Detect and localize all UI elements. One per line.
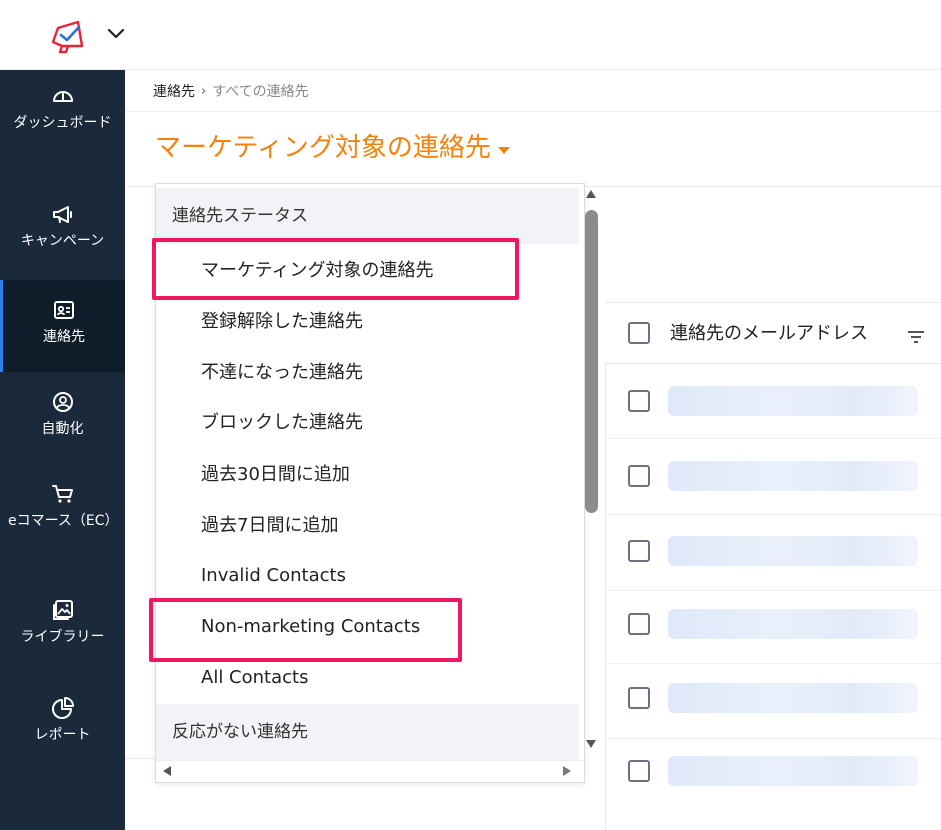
breadcrumb-current: すべての連絡先: [212, 84, 309, 100]
option-added-last-7-days[interactable]: 過去7日間に追加: [201, 512, 338, 540]
email-cell-blurred: [668, 683, 918, 713]
group-header-inactive-contacts: 反応がない連絡先: [156, 704, 579, 760]
pie-chart-icon: [51, 697, 74, 719]
chevron-down-icon[interactable]: [106, 24, 126, 44]
sidebar-item-label: ダッシュボード: [13, 115, 112, 131]
cart-icon: [51, 485, 73, 503]
sidebar-item-label: ライブラリー: [20, 629, 105, 645]
sidebar-item-label: 連絡先: [43, 329, 85, 345]
row-divider: [605, 590, 941, 591]
email-cell-blurred: [668, 609, 918, 639]
email-column-header[interactable]: 連絡先のメールアドレス: [670, 320, 868, 348]
scrollbar-thumb[interactable]: [585, 210, 598, 513]
sidebar-item-label: eコマース（EC）: [8, 513, 119, 529]
view-selector[interactable]: マーケティング対象の連絡先: [155, 128, 511, 168]
row-checkbox[interactable]: [628, 540, 650, 562]
list-divider: [125, 758, 157, 759]
sidebar-item-label: 自動化: [41, 421, 84, 437]
sidebar-item-contacts[interactable]: 連絡先: [0, 280, 125, 372]
top-bar: [0, 0, 941, 70]
sidebar: ダッシュボード キャンペーン 連絡先 自動化 eコマース（EC） ライブラリー …: [0, 70, 125, 830]
contacts-table: [605, 302, 941, 830]
gauge-icon: [52, 91, 73, 102]
row-checkbox[interactable]: [628, 390, 650, 412]
sidebar-item-label: キャンペーン: [20, 233, 105, 249]
sidebar-item-reports[interactable]: レポート: [0, 696, 125, 745]
email-cell-blurred: [668, 461, 918, 491]
breadcrumb: 連絡先 › すべての連絡先: [153, 80, 309, 104]
option-invalid-contacts[interactable]: Invalid Contacts: [201, 562, 346, 590]
sidebar-item-label: レポート: [34, 727, 91, 743]
breadcrumb-separator: ›: [201, 84, 207, 99]
scroll-down-arrow-icon[interactable]: [586, 740, 596, 748]
option-added-last-30-days[interactable]: 過去30日間に追加: [201, 461, 350, 489]
breadcrumb-root-link[interactable]: 連絡先: [153, 80, 195, 104]
email-cell-blurred: [668, 386, 918, 416]
image-library-icon: [52, 600, 73, 620]
sidebar-item-campaigns[interactable]: キャンペーン: [0, 202, 125, 251]
breadcrumb-divider: [125, 111, 941, 112]
row-checkbox[interactable]: [628, 687, 650, 709]
dropdown-horizontal-scrollbar[interactable]: [156, 760, 584, 782]
select-all-checkbox[interactable]: [628, 322, 650, 344]
option-unsubscribed-contacts[interactable]: 登録解除した連絡先: [201, 308, 363, 336]
scroll-right-arrow-icon[interactable]: [563, 766, 571, 776]
row-divider: [605, 738, 941, 739]
row-checkbox[interactable]: [628, 465, 650, 487]
contact-card-icon: [54, 301, 74, 319]
email-cell-blurred: [668, 536, 918, 566]
group-header-contact-status: 連絡先ステータス: [156, 188, 579, 244]
filter-lines-icon[interactable]: [906, 328, 926, 346]
page-title: マーケティング対象の連絡先: [155, 133, 491, 163]
sidebar-item-ecommerce[interactable]: eコマース（EC）: [0, 482, 125, 531]
scroll-up-arrow-icon[interactable]: [586, 190, 596, 198]
automation-icon: [52, 392, 73, 412]
email-cell-blurred: [668, 756, 918, 786]
megaphone-check-logo[interactable]: [48, 16, 88, 56]
row-checkbox[interactable]: [628, 760, 650, 782]
row-divider: [605, 438, 941, 439]
option-blocked-contacts[interactable]: ブロックした連絡先: [201, 409, 363, 437]
highlight-box-non-marketing: [149, 598, 462, 662]
sidebar-item-library[interactable]: ライブラリー: [0, 598, 125, 647]
row-divider: [605, 663, 941, 664]
caret-down-icon: [497, 147, 510, 154]
option-all-contacts[interactable]: All Contacts: [201, 664, 308, 692]
row-checkbox[interactable]: [628, 613, 650, 635]
megaphone-icon: [52, 206, 72, 223]
highlight-box-marketing: [152, 238, 519, 300]
scroll-left-arrow-icon[interactable]: [163, 766, 171, 776]
row-divider: [605, 514, 941, 515]
sidebar-item-automation[interactable]: 自動化: [0, 390, 125, 439]
option-bounced-contacts[interactable]: 不達になった連絡先: [201, 359, 363, 387]
sidebar-item-dashboard[interactable]: ダッシュボード: [0, 84, 125, 133]
